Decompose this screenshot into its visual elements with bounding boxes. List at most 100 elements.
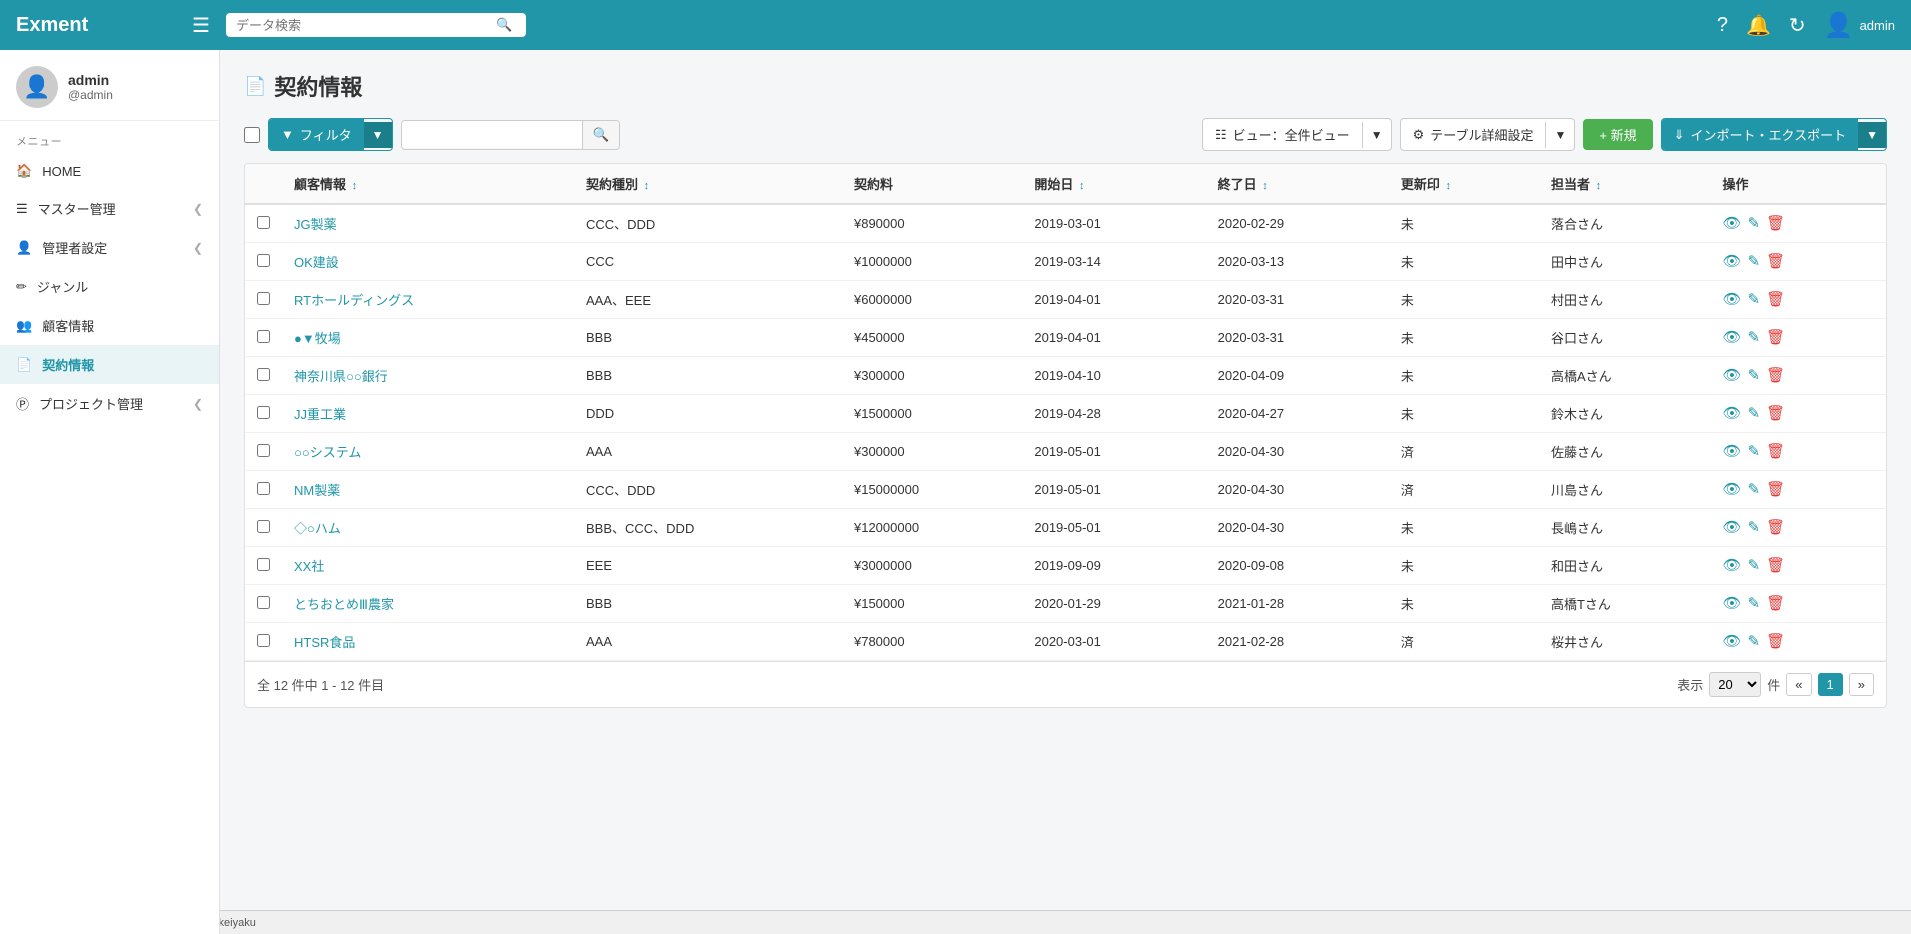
edit-action-icon[interactable]: ✎ (1747, 404, 1760, 422)
row-customer: とちおとめⅢ農家 (282, 585, 574, 623)
row-checkbox[interactable] (257, 406, 270, 419)
sidebar-item-admin[interactable]: 👤 管理者設定 ❮ (0, 228, 219, 267)
customer-link[interactable]: XX社 (294, 559, 324, 574)
hamburger-icon[interactable]: ☰ (192, 13, 210, 38)
delete-action-icon[interactable]: 🗑 (1766, 480, 1785, 498)
import-export-caret-button[interactable]: ▼ (1858, 122, 1886, 148)
row-type: BBB (574, 357, 842, 395)
customer-link[interactable]: RTホールディングス (294, 293, 414, 308)
per-page-select[interactable]: 102050100 (1709, 672, 1761, 697)
next-page-button[interactable]: » (1849, 673, 1874, 696)
import-export-button-group: ⇓ インポート・エクスポート ▼ (1661, 118, 1887, 151)
view-action-icon[interactable]: 👁 (1722, 214, 1741, 232)
edit-action-icon[interactable]: ✎ (1747, 328, 1760, 346)
edit-action-icon[interactable]: ✎ (1747, 252, 1760, 270)
customer-link[interactable]: HTSR食品 (294, 635, 355, 650)
toolbar-search-button[interactable]: 🔍 (582, 121, 620, 149)
view-action-icon[interactable]: 👁 (1722, 556, 1741, 574)
sort-icon-end[interactable]: ↕ (1262, 180, 1268, 192)
toolbar-search-input[interactable] (402, 121, 582, 148)
row-checkbox[interactable] (257, 596, 270, 609)
row-checkbox[interactable] (257, 634, 270, 647)
view-button[interactable]: ☷ ビュー：全件ビュー (1203, 119, 1362, 150)
import-export-button[interactable]: ⇓ インポート・エクスポート (1662, 119, 1859, 150)
edit-action-icon[interactable]: ✎ (1747, 366, 1760, 384)
row-checkbox[interactable] (257, 330, 270, 343)
sidebar-item-genre[interactable]: ✏ ジャンル (0, 267, 219, 306)
sidebar-item-master[interactable]: ☰ マスター管理 ❮ (0, 189, 219, 228)
view-action-icon[interactable]: 👁 (1722, 404, 1741, 422)
customer-link[interactable]: NM製薬 (294, 483, 340, 498)
delete-action-icon[interactable]: 🗑 (1766, 290, 1785, 308)
search-icon[interactable]: 🔍 (496, 17, 512, 33)
edit-action-icon[interactable]: ✎ (1747, 290, 1760, 308)
customer-link[interactable]: JG製薬 (294, 217, 337, 232)
edit-action-icon[interactable]: ✎ (1747, 594, 1760, 612)
view-action-icon[interactable]: 👁 (1722, 632, 1741, 650)
delete-action-icon[interactable]: 🗑 (1766, 518, 1785, 536)
delete-action-icon[interactable]: 🗑 (1766, 214, 1785, 232)
row-checkbox[interactable] (257, 292, 270, 305)
customer-link[interactable]: 神奈川県○○銀行 (294, 369, 388, 384)
row-checkbox[interactable] (257, 444, 270, 457)
row-assignee: 川島さん (1539, 471, 1710, 509)
refresh-icon[interactable]: ↻ (1789, 13, 1806, 38)
sidebar-item-contract[interactable]: 📄 契約情報 (0, 345, 219, 384)
edit-action-icon[interactable]: ✎ (1747, 518, 1760, 536)
view-action-icon[interactable]: 👁 (1722, 594, 1741, 612)
edit-action-icon[interactable]: ✎ (1747, 632, 1760, 650)
edit-action-icon[interactable]: ✎ (1747, 442, 1760, 460)
new-button[interactable]: + 新規 (1583, 119, 1652, 150)
user-info[interactable]: 👤 admin (1824, 11, 1895, 40)
customer-link[interactable]: ○○システム (294, 445, 361, 460)
row-checkbox[interactable] (257, 558, 270, 571)
prev-page-button[interactable]: « (1786, 673, 1811, 696)
delete-action-icon[interactable]: 🗑 (1766, 252, 1785, 270)
view-action-icon[interactable]: 👁 (1722, 252, 1741, 270)
filter-button[interactable]: ▼ フィルタ (269, 119, 364, 150)
sort-icon-start[interactable]: ↕ (1079, 180, 1085, 192)
row-checkbox[interactable] (257, 216, 270, 229)
customer-link[interactable]: ●▼牧場 (294, 331, 341, 346)
current-page-button[interactable]: 1 (1818, 673, 1843, 696)
row-checkbox[interactable] (257, 482, 270, 495)
view-action-icon[interactable]: 👁 (1722, 328, 1741, 346)
row-checkbox[interactable] (257, 254, 270, 267)
row-checkbox[interactable] (257, 368, 270, 381)
sidebar-item-customer[interactable]: 👥 顧客情報 (0, 306, 219, 345)
delete-action-icon[interactable]: 🗑 (1766, 366, 1785, 384)
edit-action-icon[interactable]: ✎ (1747, 556, 1760, 574)
view-action-icon[interactable]: 👁 (1722, 518, 1741, 536)
search-input[interactable] (236, 18, 496, 33)
edit-action-icon[interactable]: ✎ (1747, 480, 1760, 498)
filter-caret-button[interactable]: ▼ (364, 122, 392, 148)
view-caret-button[interactable]: ▼ (1362, 122, 1391, 148)
sidebar-item-project[interactable]: Ⓟ プロジェクト管理 ❮ (0, 384, 219, 423)
delete-action-icon[interactable]: 🗑 (1766, 442, 1785, 460)
select-all-checkbox[interactable] (244, 127, 260, 143)
row-checkbox[interactable] (257, 520, 270, 533)
delete-action-icon[interactable]: 🗑 (1766, 328, 1785, 346)
edit-action-icon[interactable]: ✎ (1747, 214, 1760, 232)
bell-icon[interactable]: 🔔 (1746, 13, 1771, 38)
delete-action-icon[interactable]: 🗑 (1766, 594, 1785, 612)
delete-action-icon[interactable]: 🗑 (1766, 632, 1785, 650)
delete-action-icon[interactable]: 🗑 (1766, 556, 1785, 574)
sort-icon-type[interactable]: ↕ (644, 180, 650, 192)
table-settings-button[interactable]: ⚙ テーブル詳細設定 (1401, 119, 1546, 150)
view-action-icon[interactable]: 👁 (1722, 480, 1741, 498)
customer-link[interactable]: OK建設 (294, 255, 339, 270)
sidebar-item-home[interactable]: 🏠 HOME (0, 153, 219, 189)
sort-icon-assignee[interactable]: ↕ (1596, 180, 1602, 192)
customer-link[interactable]: JJ重工業 (294, 407, 346, 422)
customer-link[interactable]: とちおとめⅢ農家 (294, 597, 394, 612)
table-settings-caret-button[interactable]: ▼ (1545, 122, 1574, 148)
customer-link[interactable]: ◇○ハム (294, 521, 341, 536)
sort-icon-updated[interactable]: ↕ (1446, 180, 1452, 192)
view-action-icon[interactable]: 👁 (1722, 366, 1741, 384)
help-icon[interactable]: ? (1717, 14, 1728, 37)
delete-action-icon[interactable]: 🗑 (1766, 404, 1785, 422)
sort-icon-customer[interactable]: ↕ (352, 180, 358, 192)
view-action-icon[interactable]: 👁 (1722, 442, 1741, 460)
view-action-icon[interactable]: 👁 (1722, 290, 1741, 308)
